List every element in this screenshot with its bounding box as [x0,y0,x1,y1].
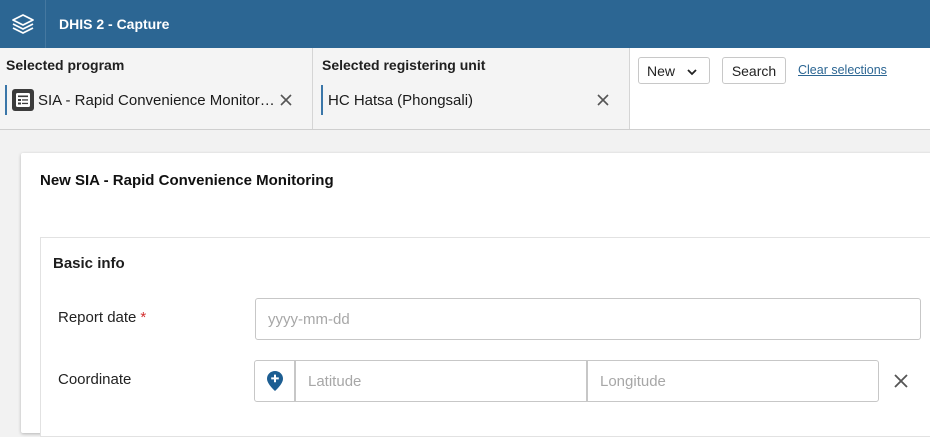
selected-program[interactable]: SIA - Rapid Convenience Monitoring [5,85,304,115]
program-selector: Selected program SIA - Rapid Convenience… [0,48,313,129]
section-title: Basic info [53,255,125,272]
enrollment-form-card: New SIA - Rapid Convenience Monitoring B… [21,153,930,437]
report-date-input[interactable] [255,298,921,340]
selected-org-unit-value: HC Hatsa (Phongsali) [328,91,474,109]
required-marker: * [140,309,147,326]
clear-selections-link[interactable]: Clear selections [798,63,887,77]
program-form-icon [12,89,34,111]
report-date-label: Report date * [58,309,146,326]
selection-bar: Selected program SIA - Rapid Convenience… [0,48,930,130]
chevron-down-icon [687,63,697,79]
longitude-input[interactable] [587,360,879,402]
selected-org-unit[interactable]: HC Hatsa (Phongsali) [321,85,621,115]
org-unit-selector: Selected registering unit HC Hatsa (Phon… [313,48,630,129]
app-title: DHIS 2 - Capture [59,16,170,32]
map-pin-icon[interactable] [254,360,295,402]
latitude-input[interactable] [295,360,587,402]
coordinate-label: Coordinate [58,371,132,388]
app-header: DHIS 2 - Capture [0,0,930,48]
clear-org-unit-icon[interactable] [593,90,613,110]
org-unit-selector-label: Selected registering unit [322,57,486,73]
basic-info-section: Basic info Report date* Coordinate [40,237,930,437]
search-button[interactable]: Search [722,57,786,84]
form-title: New SIA - Rapid Convenience Monitoring [40,172,334,189]
program-selector-label: Selected program [6,57,125,73]
clear-coordinate-icon[interactable] [889,369,913,393]
report-date-label-text: Report date [58,309,137,326]
new-button-label: New [647,62,676,79]
new-button[interactable]: New [638,57,710,84]
dhis2-logo-icon[interactable] [0,0,46,48]
clear-program-icon[interactable] [276,90,296,110]
selected-program-value: SIA - Rapid Convenience Monitoring [38,91,276,109]
